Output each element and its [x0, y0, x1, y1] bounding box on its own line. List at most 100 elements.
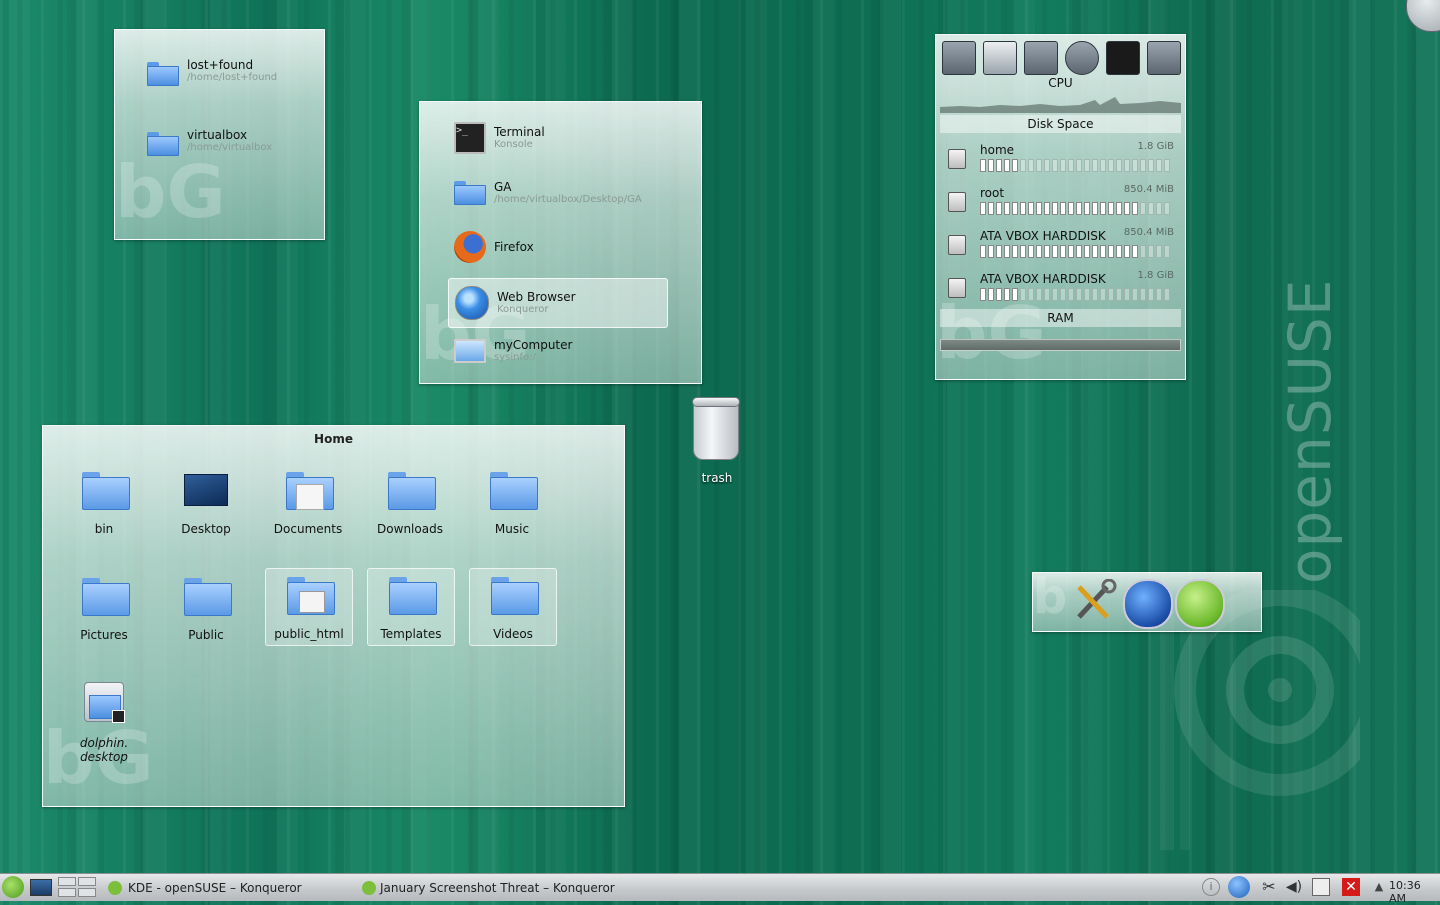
- meter-segment: [1028, 202, 1034, 215]
- meter-segment: [1148, 159, 1154, 172]
- trash-label: trash: [701, 471, 733, 485]
- meter-segment: [1084, 288, 1090, 301]
- cpu-label: CPU: [1048, 76, 1073, 90]
- meter-segment: [1124, 202, 1130, 215]
- meter-segment: [1164, 245, 1170, 258]
- cpu-monitor-icon[interactable]: [942, 41, 976, 75]
- home-item-templates[interactable]: Templates: [367, 568, 455, 646]
- firefox-icon: [454, 231, 486, 263]
- folder-view-title: Home: [314, 432, 353, 446]
- meter-segment: [1164, 288, 1170, 301]
- kickoff-menu-button[interactable]: [2, 876, 24, 898]
- info-icon[interactable]: i: [1202, 878, 1220, 896]
- meter-segment: [996, 288, 1002, 301]
- disk-row-ata-1: ATA VBOX HARDDISK 850.4 MiB: [946, 227, 1182, 267]
- task-konqueror-screenshot[interactable]: January Screenshot Threat – Konqueror: [362, 876, 642, 899]
- pager-desktop-1[interactable]: [58, 877, 76, 886]
- meter-segment: [1044, 202, 1050, 215]
- launcher-item-web-browser[interactable]: Web Browser Konqueror: [448, 278, 668, 328]
- disk-usage-meter: [980, 202, 1172, 215]
- terminal-monitor-icon[interactable]: [1106, 41, 1140, 75]
- launcher-item-sub: /home/virtualbox/Desktop/GA: [494, 194, 642, 205]
- meter-segment: [1148, 202, 1154, 215]
- home-item-downloads[interactable]: Downloads: [367, 464, 453, 540]
- home-item-videos[interactable]: Videos: [469, 568, 557, 646]
- chip-monitor-icon[interactable]: [1147, 41, 1181, 75]
- launcher-item-terminal[interactable]: >_ Terminal Konsole: [448, 114, 668, 162]
- clock[interactable]: 10:36 AM: [1389, 879, 1440, 905]
- home-item-desktop[interactable]: Desktop: [163, 464, 249, 540]
- meter-segment: [1100, 288, 1106, 301]
- network-error-icon[interactable]: ✕: [1342, 878, 1360, 896]
- meter-segment: [1108, 202, 1114, 215]
- meter-segment: [1140, 288, 1146, 301]
- meter-segment: [1068, 159, 1074, 172]
- launcher-item-ga[interactable]: GA /home/virtualbox/Desktop/GA: [448, 169, 668, 217]
- launcher-item-mycomputer[interactable]: myComputer sysinfo:/: [448, 328, 668, 374]
- meter-segment: [1132, 159, 1138, 172]
- hardware-info-icon[interactable]: [1024, 41, 1058, 75]
- task-label: KDE - openSUSE – Konqueror: [128, 880, 302, 895]
- home-item-dolphin-desktop[interactable]: dolphin. desktop: [61, 678, 147, 764]
- meter-segment: [1164, 202, 1170, 215]
- meter-segment: [1036, 159, 1042, 172]
- folder-icon: [389, 577, 437, 615]
- folder-favorites-widget: bG lost+found /home/lost+found virtualbo…: [114, 29, 325, 240]
- disk-name: home: [980, 143, 1015, 157]
- tray-expand-chevron-icon[interactable]: ▲: [1370, 878, 1388, 896]
- meter-segment: [1124, 245, 1130, 258]
- dolphin-cabinet-icon: [84, 682, 125, 723]
- home-item-music[interactable]: Music: [469, 464, 555, 540]
- folder-icon: [388, 472, 436, 510]
- meter-segment: [1012, 202, 1018, 215]
- meter-segment: [1076, 159, 1082, 172]
- meter-segment: [1044, 288, 1050, 301]
- task-konqueror-kde[interactable]: KDE - openSUSE – Konqueror: [108, 876, 358, 899]
- folder-icon: [184, 578, 232, 616]
- meter-segment: [1164, 159, 1170, 172]
- meter-segment: [1100, 245, 1106, 258]
- home-item-public-html[interactable]: public_html: [265, 568, 353, 646]
- pager-desktop-2[interactable]: [78, 877, 96, 886]
- home-item-public[interactable]: Public: [163, 570, 249, 646]
- ram-usage-bar: [940, 339, 1181, 351]
- quicklaunch-widget: b: [1032, 569, 1262, 632]
- pager-desktop-4[interactable]: [78, 888, 96, 897]
- pager-desktop-3[interactable]: [58, 888, 76, 897]
- update-globe-icon[interactable]: [1228, 876, 1250, 898]
- show-desktop-icon[interactable]: [30, 879, 52, 896]
- meter-segment: [1036, 202, 1042, 215]
- favorite-item-virtualbox[interactable]: virtualbox /home/virtualbox: [147, 128, 272, 156]
- meter-segment: [980, 202, 986, 215]
- home-item-bin[interactable]: bin: [61, 464, 147, 540]
- amarok-icon[interactable]: [1175, 579, 1225, 629]
- tools-icon[interactable]: [1071, 578, 1117, 625]
- folder-icon: [147, 62, 179, 86]
- folder-icon: [82, 472, 130, 510]
- network-globe-icon[interactable]: [1065, 41, 1099, 75]
- volume-icon[interactable]: ◀): [1285, 878, 1303, 896]
- favorite-item-lost-found[interactable]: lost+found /home/lost+found: [147, 58, 277, 86]
- meter-segment: [1060, 159, 1066, 172]
- meter-segment: [1036, 245, 1042, 258]
- meter-segment: [996, 159, 1002, 172]
- disk-size: 850.4 MiB: [1123, 184, 1174, 195]
- harddisk-monitor-icon[interactable]: [983, 41, 1017, 75]
- launcher-item-firefox[interactable]: Firefox: [448, 223, 668, 271]
- meter-segment: [1116, 159, 1122, 172]
- html-folder-icon: [287, 577, 335, 615]
- meter-segment: [1116, 245, 1122, 258]
- meter-segment: [1140, 159, 1146, 172]
- konqueror-wolf-icon[interactable]: [1123, 579, 1173, 629]
- ram-header: RAM: [940, 309, 1181, 327]
- home-item-label: bin: [94, 522, 114, 536]
- meter-segment: [1004, 288, 1010, 301]
- clipboard-icon[interactable]: [1312, 878, 1330, 896]
- favorite-name: lost+found: [187, 58, 254, 72]
- klipper-scissors-icon[interactable]: ✂: [1260, 878, 1278, 896]
- home-item-pictures[interactable]: Pictures: [61, 570, 147, 646]
- trash-desktop-icon[interactable]: trash: [690, 397, 744, 488]
- corner-button[interactable]: [1406, 0, 1440, 32]
- meter-segment: [1052, 159, 1058, 172]
- home-item-documents[interactable]: Documents: [265, 464, 351, 540]
